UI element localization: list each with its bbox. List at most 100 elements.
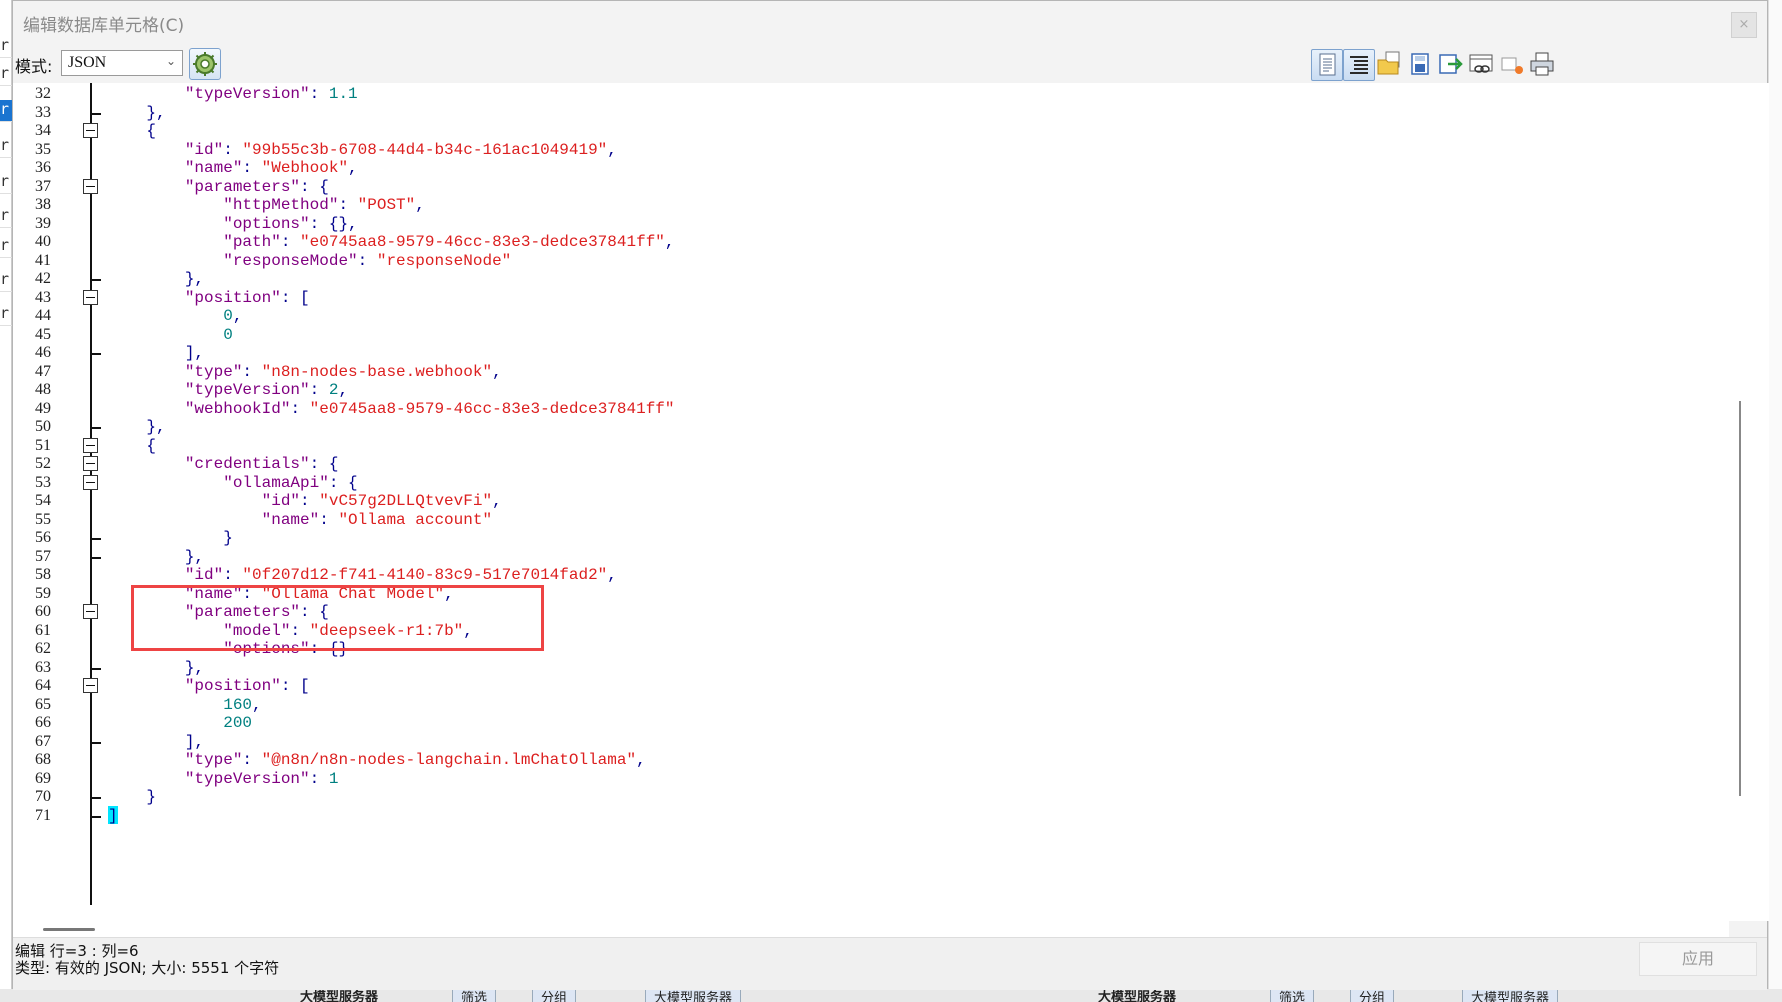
title-bar[interactable]: 编辑数据库单元格(C) × (13, 1, 1767, 43)
fold-toggle-icon[interactable] (83, 456, 98, 471)
line-number: 61 (35, 621, 51, 639)
close-button[interactable]: × (1731, 12, 1757, 38)
line-number: 46 (35, 344, 51, 361)
code-line[interactable]: "id": "99b55c3b-6708-44d4-b34c-161ac1049… (108, 140, 617, 160)
code-line[interactable]: "type": "n8n-nodes-base.webhook", (108, 362, 502, 382)
code-line[interactable]: "position": [ (108, 288, 310, 308)
code-line[interactable]: }, (108, 658, 204, 678)
text-mode-button[interactable] (1311, 49, 1343, 81)
code-line[interactable]: "path": "e0745aa8-9579-46cc-83e3-dedce37… (108, 232, 674, 252)
line-number: 43 (35, 288, 51, 306)
text-cursor: ] (108, 806, 118, 826)
fold-toggle-icon[interactable] (83, 678, 98, 693)
line-number: 68 (35, 751, 51, 768)
code-line[interactable]: "responseMode": "responseNode" (108, 251, 511, 271)
save-icon (1411, 53, 1429, 75)
code-line[interactable]: } (108, 528, 233, 548)
code-line[interactable]: { (108, 121, 156, 141)
code-line[interactable]: "type": "@n8n/n8n-nodes-langchain.lmChat… (108, 750, 646, 770)
export-icon (1439, 54, 1463, 74)
line-number: 60 (35, 603, 51, 620)
code-line[interactable]: 160, (108, 695, 261, 715)
code-line[interactable]: "httpMethod": "POST", (108, 195, 425, 215)
code-line[interactable]: 200 (108, 713, 252, 733)
background-label: 大模型服务器 (1098, 990, 1177, 1002)
line-number: 40 (35, 233, 51, 250)
code-line[interactable]: ], (108, 343, 204, 363)
clear-icon (1501, 57, 1523, 74)
background-row: r (0, 236, 12, 258)
code-line[interactable]: "id": "vC57g2DLLQtvevFi", (108, 491, 502, 511)
code-line[interactable]: "id": "0f207d12-f741-4140-83c9-517e7014f… (108, 565, 617, 585)
indent-mode-icon (1350, 56, 1368, 74)
line-number: 33 (35, 103, 51, 121)
line-number: 67 (35, 732, 51, 750)
background-row: r (0, 304, 12, 326)
export-button[interactable] (1435, 49, 1467, 81)
line-number: 36 (35, 159, 51, 176)
clear-button[interactable] (1497, 49, 1529, 81)
vertical-scroll-thumb[interactable] (1739, 401, 1741, 796)
line-number: 65 (35, 695, 51, 713)
text-mode-icon (1319, 53, 1336, 76)
code-line[interactable]: "typeVersion": 1.1 (108, 84, 358, 104)
code-line[interactable]: "typeVersion": 2, (108, 380, 348, 400)
code-line[interactable]: "typeVersion": 1 (108, 769, 339, 789)
print-button[interactable] (1527, 49, 1559, 81)
fold-end-marker (90, 815, 101, 818)
dialog-title: 编辑数据库单元格(C) (23, 16, 185, 36)
code-line[interactable]: "name": "Ollama account" (108, 510, 492, 530)
code-line[interactable]: ], (108, 732, 204, 752)
line-number: 38 (35, 196, 51, 213)
background-group-tag: 分组 (532, 989, 577, 1002)
mode-select[interactable]: JSON ⌄ (61, 50, 183, 76)
code-line[interactable]: { (108, 436, 156, 456)
code-line[interactable]: "name": "Webhook", (108, 158, 358, 178)
close-icon: × (1738, 17, 1750, 32)
code-line[interactable]: }, (108, 269, 204, 289)
fold-toggle-icon[interactable] (83, 474, 98, 490)
indent-mode-button[interactable] (1343, 49, 1375, 81)
line-number: 56 (35, 529, 51, 546)
line-number: 41 (35, 251, 51, 269)
line-number: 44 (35, 307, 51, 324)
code-line[interactable]: 0 (108, 325, 233, 345)
json-editor[interactable]: 32 33 34 35 36 37 38 39 40 41 42 43 44 45 46 47 48 49 50 51… (13, 83, 1729, 921)
code-line[interactable]: } (108, 787, 156, 807)
line-number: 42 (35, 270, 51, 287)
line-number: 66 (35, 714, 51, 731)
background-filter-tag: 筛选 (1270, 989, 1315, 1002)
apply-button[interactable]: 应用 (1639, 942, 1757, 976)
fold-toggle-icon[interactable] (83, 289, 98, 305)
auto-format-button[interactable] (189, 48, 221, 80)
fold-toggle-icon[interactable] (83, 437, 98, 453)
code-line[interactable]: "options": {}, (108, 214, 357, 234)
code-line[interactable]: 0, (108, 306, 242, 326)
code-line[interactable]: }, (108, 417, 165, 437)
code-line[interactable]: "parameters": { (108, 177, 329, 197)
fold-toggle-icon[interactable] (83, 604, 98, 619)
open-file-button[interactable] (1374, 49, 1406, 81)
fold-end-marker (90, 797, 101, 799)
background-window-bottom: 大模型服务器 筛选 分组 大模型服务器 大模型服务器 筛选 分组 大模型服务器 (0, 989, 1782, 1002)
code-line[interactable]: ] (108, 806, 118, 826)
horizontal-scrollbar[interactable] (13, 921, 1729, 937)
code-line[interactable]: "credentials": { (108, 454, 339, 474)
fold-toggle-icon[interactable] (83, 123, 98, 138)
code-line[interactable]: }, (108, 103, 165, 123)
line-number-gutter: 32 33 34 35 36 37 38 39 40 41 42 43 44 45 46 47 48 49 50 51… (13, 83, 83, 921)
horizontal-scroll-thumb[interactable] (43, 928, 95, 931)
print-icon (1530, 52, 1554, 76)
save-button[interactable] (1405, 49, 1437, 81)
content-type-size: 类型: 有效的 JSON; 大小: 5551 个字符 (15, 959, 280, 977)
vertical-scrollbar[interactable] (1729, 83, 1769, 921)
code-line[interactable]: }, (108, 547, 204, 567)
fold-end-marker (90, 427, 101, 429)
link-button[interactable] (1466, 49, 1498, 81)
code-line[interactable]: "ollamaApi": { (108, 473, 357, 493)
fold-toggle-icon[interactable] (83, 178, 98, 194)
line-number: 48 (35, 381, 51, 398)
code-line[interactable]: "webhookId": "e0745aa8-9579-46cc-83e3-de… (108, 399, 675, 419)
code-line[interactable]: "position": [ (108, 676, 310, 696)
line-number: 51 (35, 436, 51, 454)
